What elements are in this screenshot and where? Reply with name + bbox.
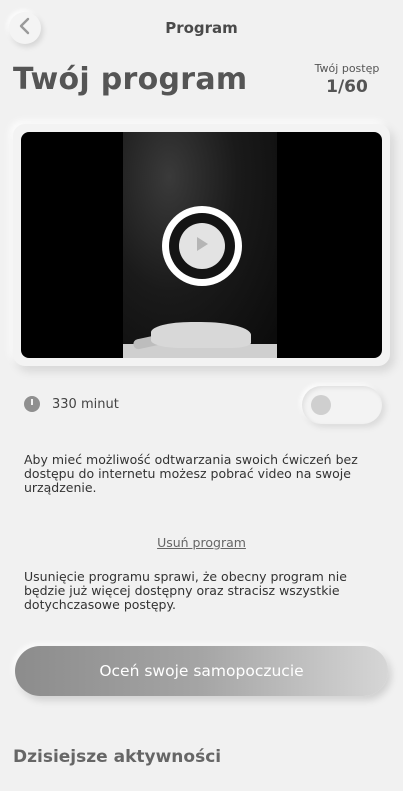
- progress-value: 1/60: [326, 77, 368, 97]
- page-title: Twój program: [13, 62, 248, 97]
- activities-section-title: Dzisiejsze aktywności: [13, 747, 222, 767]
- remove-program-link[interactable]: Usuń program: [0, 535, 403, 550]
- offline-info-text: Aby mieć możliwość odtwarzania swoich ćw…: [24, 452, 358, 495]
- remove-warning-text: Usunięcie programu sprawi, że obecny pro…: [24, 569, 347, 612]
- video-card: [13, 124, 390, 366]
- clock-icon: [24, 396, 40, 412]
- duration-text: 330 minut: [52, 396, 119, 412]
- duration-row: 330 minut: [24, 396, 119, 412]
- video-player[interactable]: [21, 132, 382, 358]
- progress-label: Twój postęp: [314, 62, 380, 75]
- header-title: Program: [165, 19, 238, 37]
- offline-download-toggle[interactable]: [302, 386, 382, 424]
- rate-wellbeing-label: Oceń swoje samopoczucie: [99, 662, 304, 680]
- toggle-knob: [311, 395, 331, 415]
- play-button[interactable]: [162, 206, 242, 286]
- progress-indicator: Twój postęp 1/60: [307, 62, 387, 97]
- rate-wellbeing-button[interactable]: Oceń swoje samopoczucie: [15, 646, 388, 696]
- play-icon: [194, 235, 210, 257]
- video-figure: [151, 322, 251, 348]
